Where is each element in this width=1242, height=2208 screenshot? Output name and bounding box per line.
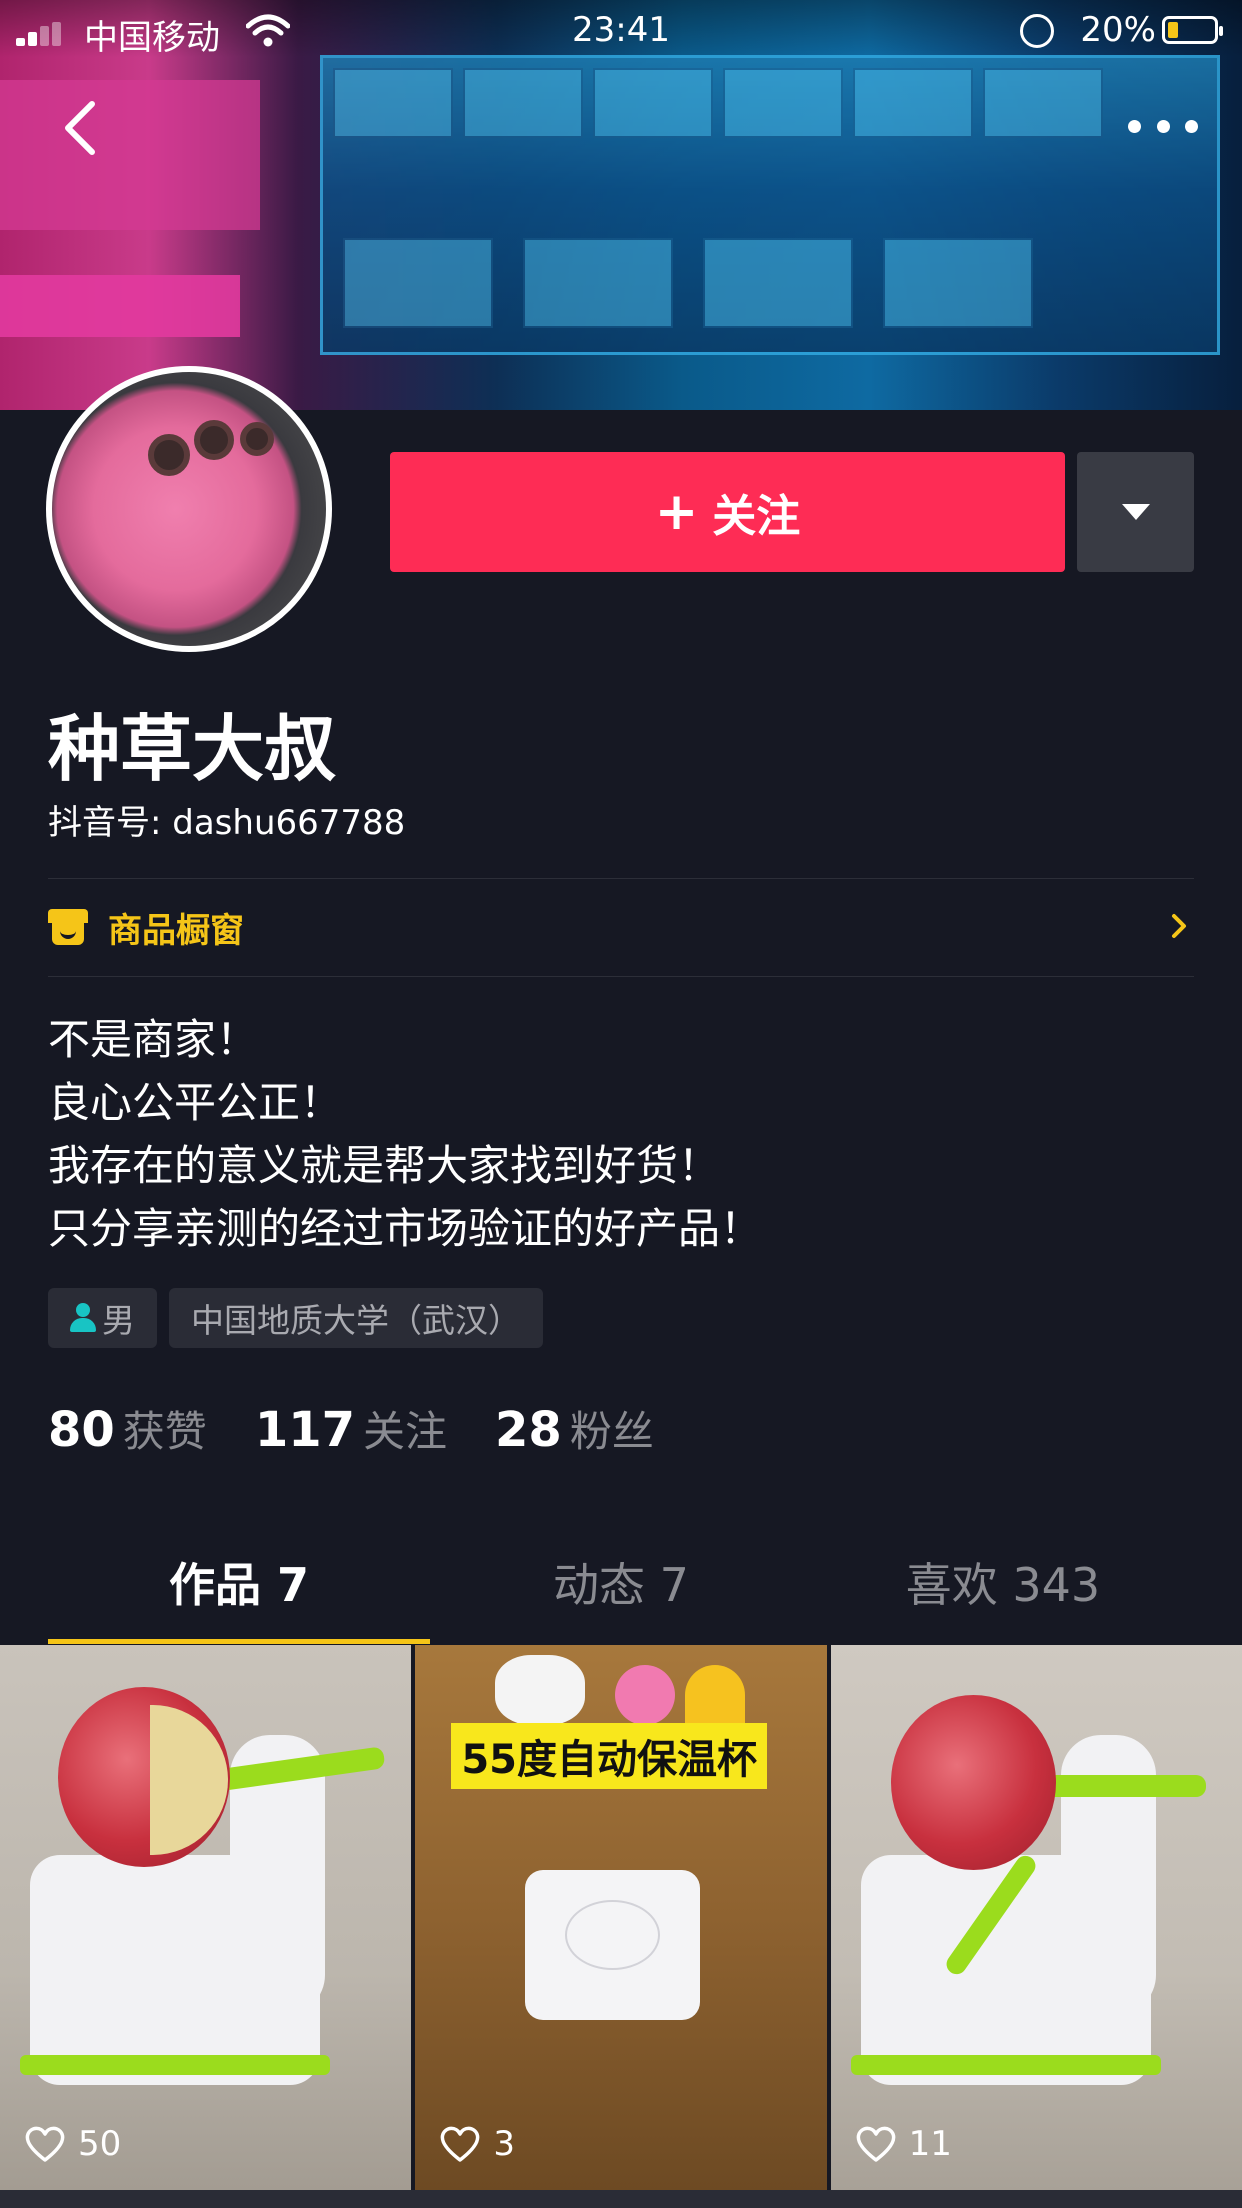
plus-icon: + — [654, 482, 699, 542]
video-grid: 50 55度自动保温杯 3 11 — [0, 1645, 1242, 2208]
back-icon[interactable] — [56, 98, 106, 158]
heart-icon — [441, 2126, 480, 2162]
profile-tags: 男 中国地质大学（武汉） — [48, 1288, 543, 1348]
product-image — [525, 1870, 701, 2020]
next-row-peek — [0, 2190, 1242, 2208]
chevron-right-icon — [1172, 914, 1186, 938]
profile-stats: 80 获赞 117 关注 28 粉丝 — [48, 1398, 654, 1459]
divider — [48, 976, 1194, 977]
stat-following[interactable]: 117 关注 — [255, 1398, 447, 1459]
person-icon — [70, 1303, 96, 1333]
video-likes: 50 — [24, 2124, 121, 2164]
stat-likes[interactable]: 80 获赞 — [48, 1398, 207, 1459]
cover-tram — [320, 55, 1220, 355]
cover-fortress-sign — [0, 275, 240, 337]
video-thumbnail[interactable]: 55度自动保温杯 3 — [415, 1645, 827, 2190]
stat-number: 28 — [495, 1402, 562, 1458]
profile-tabs: 作品 7 动态 7 喜欢 343 — [48, 1540, 1194, 1644]
heart-icon — [856, 2126, 895, 2162]
dropdown-icon — [1121, 504, 1150, 520]
likes-count: 11 — [908, 2124, 952, 2164]
video-likes: 11 — [855, 2124, 952, 2164]
tab-likes[interactable]: 喜欢 343 — [812, 1540, 1194, 1644]
battery-percent: 20% — [1080, 10, 1156, 50]
stat-number: 117 — [254, 1402, 356, 1458]
gender-label: 男 — [102, 1301, 135, 1340]
stat-label: 获赞 — [122, 1407, 207, 1456]
shop-icon — [48, 909, 88, 945]
profile-bio: 不是商家！ 良心公平公正！ 我存在的意义就是帮大家找到好货！ 只分享亲测的经过市… — [48, 1008, 762, 1260]
stat-label: 粉丝 — [569, 1407, 654, 1456]
battery-icon — [1162, 16, 1223, 44]
bio-line: 良心公平公正！ — [48, 1078, 343, 1127]
stat-number: 80 — [48, 1402, 115, 1458]
tab-works[interactable]: 作品 7 — [48, 1540, 430, 1644]
tab-activity[interactable]: 动态 7 — [430, 1540, 812, 1644]
stat-followers[interactable]: 28 粉丝 — [495, 1398, 654, 1459]
account-id: 抖音号: dashu667788 — [48, 803, 406, 843]
status-bar: 中国移动 23:41 20% — [0, 0, 1242, 60]
avatar[interactable] — [46, 366, 332, 652]
stat-label: 关注 — [363, 1407, 448, 1456]
profile-cover — [0, 0, 1242, 410]
follow-label: 关注 — [712, 491, 801, 542]
bio-line: 只分享亲测的经过市场验证的好产品！ — [48, 1204, 763, 1253]
bio-line: 不是商家！ — [48, 1015, 259, 1064]
school-label: 中国地质大学（武汉） — [191, 1301, 521, 1340]
cover-neon-sign — [0, 80, 260, 230]
rotation-lock-icon — [1020, 14, 1054, 48]
bio-line: 我存在的意义就是帮大家找到好货！ — [48, 1141, 721, 1190]
recommend-dropdown-button[interactable] — [1077, 452, 1194, 572]
video-thumbnail[interactable]: 50 — [0, 1645, 412, 2190]
shop-window-row[interactable]: 商品橱窗 — [48, 878, 1194, 976]
likes-count: 3 — [493, 2124, 515, 2164]
status-time: 23:41 — [572, 10, 670, 50]
gender-tag: 男 — [48, 1288, 157, 1348]
video-thumbnail[interactable]: 11 — [830, 1645, 1242, 2190]
video-likes: 3 — [439, 2124, 515, 2164]
likes-count: 50 — [78, 2124, 122, 2164]
profile-name: 种草大叔 — [48, 707, 337, 791]
video-overlay-text: 55度自动保温杯 — [451, 1723, 767, 1789]
school-tag[interactable]: 中国地质大学（武汉） — [169, 1288, 543, 1348]
more-icon[interactable] — [1128, 108, 1198, 144]
heart-icon — [25, 2126, 65, 2162]
follow-button[interactable]: + 关注 — [390, 452, 1065, 572]
shop-label: 商品橱窗 — [108, 910, 244, 951]
